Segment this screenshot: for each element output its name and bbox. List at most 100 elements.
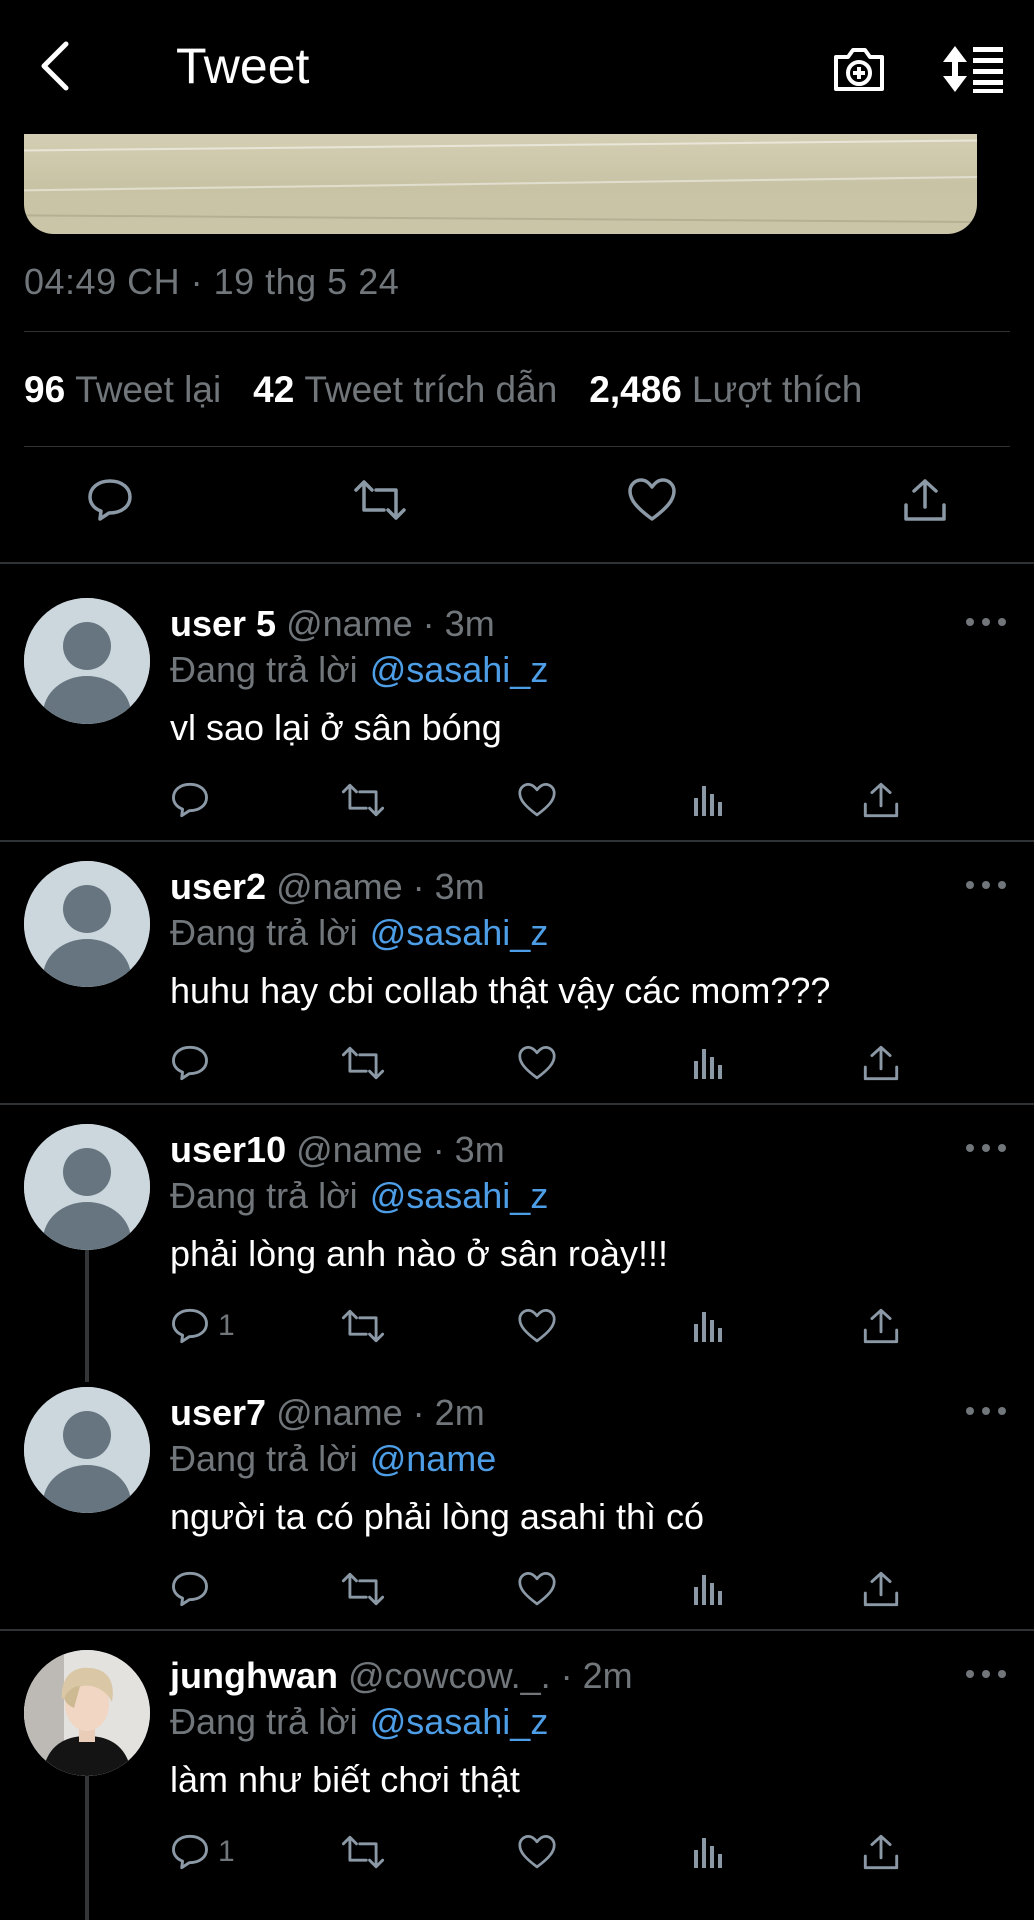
reply-actions: 1: [0, 1302, 1034, 1350]
views-button[interactable]: [692, 1565, 726, 1613]
avatar[interactable]: [24, 1124, 150, 1250]
tweet-stats: 96 Tweet lại 42 Tweet trích dẫn 2,486 Lượt …: [24, 364, 894, 416]
reply-button[interactable]: [170, 1039, 218, 1087]
username[interactable]: user2: [170, 866, 266, 907]
username[interactable]: user 5: [170, 603, 276, 644]
reply-actions: 1: [0, 1828, 1034, 1876]
likes-stat[interactable]: 2,486 Lượt thích: [589, 364, 862, 416]
share-icon: [904, 479, 946, 521]
reply-item[interactable]: user2 @name · 3m Đang trả lời @sasahi_z hu…: [0, 861, 1034, 1101]
username[interactable]: user7: [170, 1392, 266, 1433]
mention-link[interactable]: @sasahi_z: [370, 1701, 549, 1742]
retweet-button[interactable]: [340, 1302, 386, 1350]
analytics-icon: [694, 1838, 722, 1868]
reply-count: 1: [218, 1309, 235, 1342]
share-icon: [863, 1834, 899, 1870]
share-button[interactable]: [862, 1039, 900, 1087]
reply-item[interactable]: user 5 @name · 3m Đang trả lời @sasahi_z v…: [0, 598, 1034, 838]
username[interactable]: user10: [170, 1129, 286, 1170]
like-button[interactable]: [622, 470, 682, 530]
sort-list-icon: [943, 46, 1003, 93]
retweet-button[interactable]: [340, 776, 386, 824]
reply-count: 1: [218, 1835, 235, 1868]
replying-label: Đang trả lời: [170, 649, 358, 690]
reply-actions: [0, 1039, 1034, 1087]
reply-icon: [172, 1834, 208, 1870]
retweet-button[interactable]: [340, 1039, 386, 1087]
reply-text: vl sao lại ở sân bóng: [170, 707, 502, 748]
mention-link[interactable]: @sasahi_z: [370, 649, 549, 690]
divider: [0, 562, 1034, 564]
handle-time: @name · 3m: [276, 866, 485, 907]
more-options-icon[interactable]: [966, 1138, 1006, 1158]
like-button[interactable]: [517, 1565, 557, 1613]
reply-icon: [172, 1571, 208, 1607]
views-button[interactable]: [692, 1302, 726, 1350]
divider: [24, 446, 1010, 447]
reply-icon: [88, 479, 132, 521]
avatar[interactable]: [24, 861, 150, 987]
tweet-actions: [0, 470, 1034, 540]
quote-tweets-stat[interactable]: 42 Tweet trích dẫn: [253, 364, 557, 416]
views-button[interactable]: [692, 1039, 726, 1087]
top-bar: Tweet: [0, 0, 1034, 134]
like-button[interactable]: [517, 1828, 557, 1876]
retweet-button[interactable]: [340, 1565, 386, 1613]
avatar[interactable]: [24, 1387, 150, 1513]
share-icon: [863, 1045, 899, 1081]
retweets-stat[interactable]: 96 Tweet lại: [24, 364, 221, 416]
mention-link[interactable]: @sasahi_z: [370, 1175, 549, 1216]
handle-time: @name · 2m: [276, 1392, 485, 1433]
mention-link[interactable]: @sasahi_z: [370, 912, 549, 953]
mention-link[interactable]: @name: [370, 1438, 497, 1479]
tweet-image[interactable]: [24, 134, 977, 234]
replying-label: Đang trả lời: [170, 1175, 358, 1216]
retweet-icon: [341, 1572, 385, 1606]
reply-button[interactable]: [170, 1565, 218, 1613]
more-options-icon[interactable]: [966, 1401, 1006, 1421]
reply-item[interactable]: user7 @name · 2m Đang trả lời @name người …: [0, 1387, 1034, 1627]
share-button[interactable]: [862, 776, 900, 824]
reply-icon: [172, 1045, 208, 1081]
reply-item[interactable]: junghwan @cowcow._. · 2m Đang trả lời @sas…: [0, 1650, 1034, 1890]
share-button[interactable]: [862, 1828, 900, 1876]
reply-header: user2 @name · 3m: [170, 863, 485, 911]
retweet-button[interactable]: [340, 1828, 386, 1876]
handle-time: @name · 3m: [286, 603, 495, 644]
like-button[interactable]: [517, 1302, 557, 1350]
share-button[interactable]: [862, 1565, 900, 1613]
reply-button[interactable]: 1: [170, 1302, 235, 1350]
reply-header: user10 @name · 3m: [170, 1126, 505, 1174]
sort-button[interactable]: [940, 38, 1008, 100]
share-button[interactable]: [895, 470, 955, 530]
reply-item[interactable]: user10 @name · 3m Đang trả lời @sasahi_z p…: [0, 1124, 1034, 1364]
reply-text: người ta có phải lòng asahi thì có: [170, 1496, 705, 1537]
more-options-icon[interactable]: [966, 1664, 1006, 1684]
heart-icon: [628, 478, 676, 521]
like-button[interactable]: [517, 1039, 557, 1087]
avatar-photo[interactable]: [24, 1650, 150, 1776]
username[interactable]: junghwan: [170, 1655, 338, 1696]
retweet-button[interactable]: [350, 470, 410, 530]
retweet-icon: [341, 783, 385, 817]
back-button[interactable]: [28, 36, 80, 96]
reply-button[interactable]: [170, 776, 218, 824]
handle-time: @cowcow._. · 2m: [347, 1655, 633, 1696]
heart-icon: [518, 1308, 556, 1343]
reply-button[interactable]: [80, 470, 140, 530]
camera-button[interactable]: [828, 38, 890, 100]
reply-button[interactable]: 1: [170, 1828, 235, 1876]
views-button[interactable]: [692, 776, 726, 824]
analytics-icon: [694, 1049, 722, 1079]
share-icon: [863, 1571, 899, 1607]
share-icon: [863, 782, 899, 818]
more-options-icon[interactable]: [966, 612, 1006, 632]
retweet-icon: [341, 1046, 385, 1080]
views-button[interactable]: [692, 1828, 726, 1876]
more-options-icon[interactable]: [966, 875, 1006, 895]
share-button[interactable]: [862, 1302, 900, 1350]
like-button[interactable]: [517, 776, 557, 824]
reply-header: junghwan @cowcow._. · 2m: [170, 1652, 633, 1700]
retweet-icon: [354, 480, 406, 520]
avatar[interactable]: [24, 598, 150, 724]
